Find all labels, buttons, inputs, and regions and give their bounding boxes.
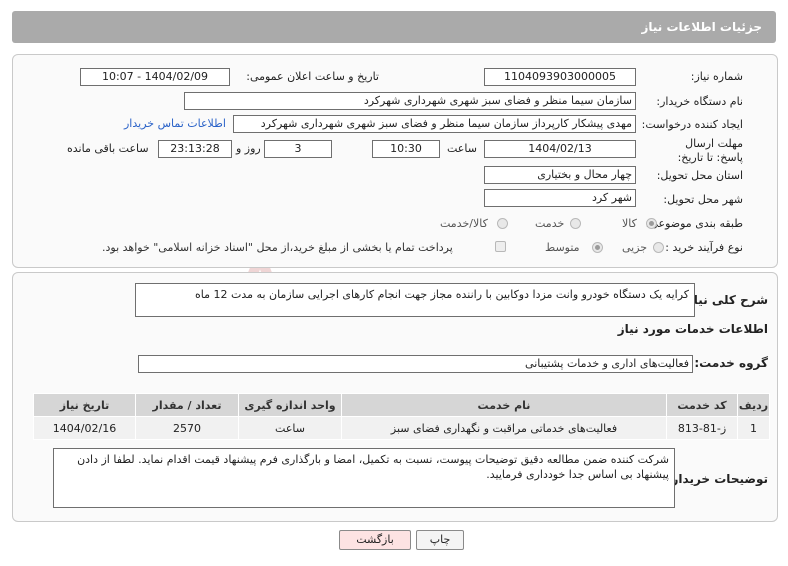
deadline-time-field: 10:30 (372, 140, 440, 158)
process-option-medium: متوسط (545, 241, 580, 254)
category-option-goods-service: کالا/خدمت (440, 217, 488, 230)
days-label: روز و (236, 142, 261, 155)
page-header: جزئیات اطلاعات نیاز (12, 11, 776, 43)
table-row: 1 ز-81-813 فعالیت‌های خدماتی مراقبت و نگ… (33, 416, 770, 440)
buyer-notes-label: توضیحات خریدار: (666, 472, 768, 486)
buyer-org-label: نام دستگاه خریدار: (656, 95, 743, 108)
buyer-contact-link[interactable]: اطلاعات تماس خریدار (124, 117, 226, 130)
info-panel (12, 54, 778, 268)
print-button[interactable]: چاپ (416, 530, 464, 550)
announce-datetime-label: تاریخ و ساعت اعلان عمومی: (246, 70, 379, 83)
col-unit: واحد اندازه گیری (238, 393, 342, 417)
city-field: شهر کرد (484, 189, 636, 207)
cell-service-code: ز-81-813 (666, 416, 738, 440)
process-type-label: نوع فرآیند خرید : (665, 241, 743, 254)
need-number-label: شماره نیاز: (690, 70, 743, 83)
province-label: استان محل تحویل: (656, 169, 743, 182)
category-radio-goods-service[interactable] (497, 218, 508, 229)
buyer-org-field: سازمان سیما منظر و فضای سبز شهری شهرداری… (184, 92, 636, 110)
days-field: 3 (264, 140, 332, 158)
col-row-number: ردیف (737, 393, 770, 417)
deadline-label: مهلت ارسال پاسخ: تا تاریخ: (665, 137, 743, 165)
treasury-payment-note: پرداخت تمام یا بخشی از مبلغ خرید،از محل … (102, 241, 453, 254)
back-button[interactable]: بازگشت (339, 530, 411, 550)
category-radio-goods[interactable] (646, 218, 657, 229)
category-label: طبقه بندی موضوعی: (645, 217, 743, 230)
process-radio-medium[interactable] (592, 242, 603, 253)
cell-service-name: فعالیت‌های خدماتی مراقبت و نگهداری فضای … (341, 416, 667, 440)
remaining-label: ساعت باقی مانده (67, 142, 149, 155)
treasury-checkbox[interactable] (495, 241, 506, 252)
category-radio-service[interactable] (570, 218, 581, 229)
process-option-minor: جزیی (622, 241, 648, 254)
deadline-date-field: 1404/02/13 (484, 140, 636, 158)
col-service-code: کد خدمت (666, 393, 738, 417)
cell-row-number: 1 (737, 416, 770, 440)
service-group-field: فعالیت‌های اداری و خدمات پشتیبانی (138, 355, 693, 373)
page-title: جزئیات اطلاعات نیاز (641, 20, 762, 34)
description-text: کرایه یک دستگاه خودرو وانت مزدا دوکابین … (135, 283, 695, 317)
buyer-notes-text: شرکت کننده ضمن مطالعه دقیق توضیحات پیوست… (53, 448, 675, 508)
creator-label: ایجاد کننده درخواست: (641, 118, 743, 131)
service-group-label: گروه خدمت: (694, 356, 768, 370)
col-service-name: نام خدمت (341, 393, 667, 417)
category-option-goods: کالا (622, 217, 637, 230)
deadline-time-label: ساعت (447, 142, 477, 155)
province-field: چهار محال و بختیاری (484, 166, 636, 184)
table-header-row: ردیف کد خدمت نام خدمت واحد اندازه گیری ت… (33, 393, 770, 417)
cell-need-date: 1404/02/16 (33, 416, 136, 440)
announce-datetime-field: 1404/02/09 - 10:07 (80, 68, 230, 86)
col-quantity: تعداد / مقدار (135, 393, 239, 417)
services-table: ردیف کد خدمت نام خدمت واحد اندازه گیری ت… (33, 393, 770, 440)
services-section-title: اطلاعات خدمات مورد نیاز (617, 322, 768, 336)
cell-unit: ساعت (238, 416, 342, 440)
remaining-time-field: 23:13:28 (158, 140, 232, 158)
process-radio-minor[interactable] (653, 242, 664, 253)
creator-field: مهدی پیشکار کارپرداز سازمان سیما منظر و … (233, 115, 636, 133)
deadline-label-text: مهلت ارسال پاسخ: تا تاریخ: (677, 137, 743, 164)
city-label: شهر محل تحویل: (663, 193, 743, 206)
cell-quantity: 2570 (135, 416, 239, 440)
category-option-service: خدمت (535, 217, 565, 230)
col-need-date: تاریخ نیاز (33, 393, 136, 417)
need-number-field: 1104093903000005 (484, 68, 636, 86)
